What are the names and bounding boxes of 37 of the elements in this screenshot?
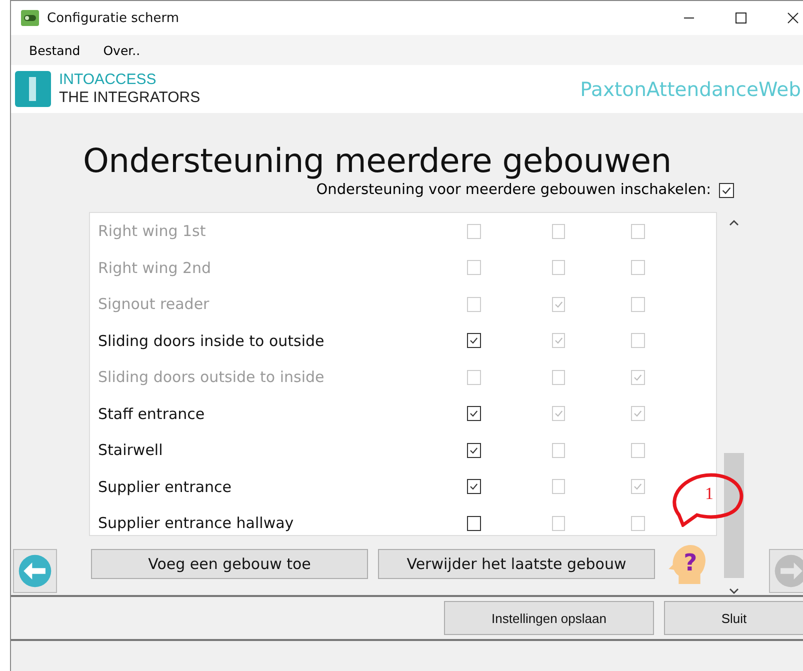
door-name: Right wing 1st	[98, 222, 207, 240]
door-name: Sliding doors outside to inside	[98, 368, 326, 386]
checkbox[interactable]	[467, 406, 481, 422]
menu-item[interactable]: Over..	[103, 42, 140, 58]
back-button[interactable]	[13, 549, 57, 593]
app-icon	[21, 10, 39, 26]
door-name: Right wing 2nd	[98, 258, 212, 277]
logo-icon	[15, 71, 51, 107]
logo-tagline: THE INTEGRATORS	[59, 89, 200, 107]
door-name: Stairwell	[98, 441, 164, 460]
checkbox[interactable]	[467, 333, 481, 348]
scroll-up-icon[interactable]	[729, 220, 739, 226]
window-title: Configuratie scherm	[47, 10, 180, 26]
next-button[interactable]	[769, 549, 803, 593]
checkbox[interactable]	[467, 442, 481, 458]
door-name: Supplier entrance	[98, 478, 233, 496]
enable-label: Ondersteuning voor meerdere gebouwen inschakelen:	[316, 182, 711, 198]
maximize-icon[interactable]	[735, 12, 747, 24]
action-button[interactable]: Verwijder het laatste gebouw	[378, 549, 655, 579]
action-button[interactable]: Voeg een gebouw toe	[91, 549, 368, 579]
menu-item[interactable]: Bestand	[29, 42, 80, 58]
footer-button[interactable]: Sluit	[664, 601, 803, 635]
door-name: Signout reader	[98, 295, 210, 314]
checkbox[interactable]	[467, 479, 481, 494]
app-name: PaxtonAttendanceWeb	[580, 78, 801, 100]
door-name: Staff entrance	[98, 404, 206, 423]
checkbox[interactable]	[467, 516, 481, 531]
scroll-down-icon[interactable]	[729, 588, 739, 594]
enable-checkbox[interactable]	[719, 182, 734, 198]
close-icon[interactable]	[787, 12, 799, 24]
annotation-callout: 1	[671, 471, 745, 527]
footer-button[interactable]: Instellingen opslaan	[444, 601, 654, 635]
door-name: Sliding doors inside to outside	[98, 332, 326, 350]
logo-name: INTOACCESS	[59, 71, 158, 89]
scroll-thumb[interactable]	[724, 453, 744, 578]
page-heading: Ondersteuning meerdere gebouwen	[83, 141, 672, 180]
door-name: Supplier entrance hallway	[98, 514, 295, 532]
